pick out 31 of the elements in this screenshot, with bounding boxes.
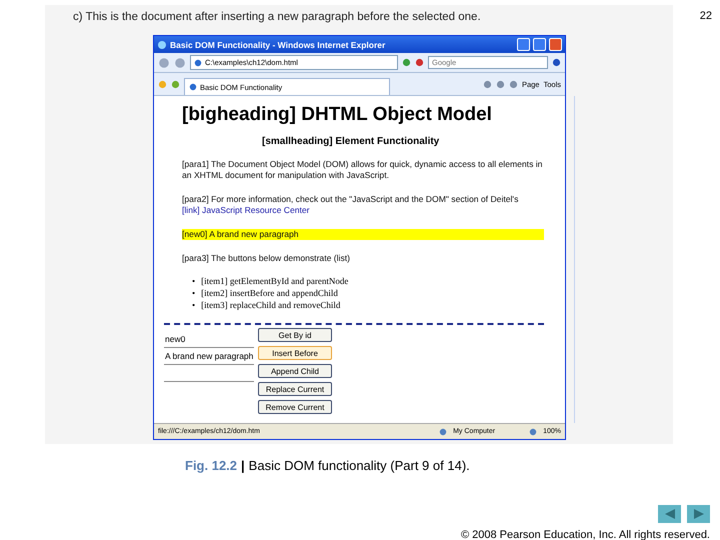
action-button[interactable]: Replace Current: [258, 382, 332, 396]
previous-button[interactable]: [658, 505, 681, 523]
close-button[interactable]: [549, 38, 562, 51]
panel-caption: c) This is the document after inserting a new paragraph before the selected one.: [73, 11, 482, 25]
action-button[interactable]: Get By id: [258, 328, 332, 342]
paragraph: [new0] A brand new paragraph: [182, 229, 544, 240]
resource-link[interactable]: [link] JavaScript Resource Center: [182, 205, 310, 215]
left-triangle-icon: [664, 508, 676, 520]
paragraph: [para2] For more information, check out the "JavaScript and the DOM" section of Deitel's [link] JavaScript Resource Center: [182, 194, 520, 216]
bullet: •: [192, 299, 196, 311]
action-button[interactable]: Append Child: [258, 364, 332, 378]
small-heading: [smallheading] Element Functionality: [262, 136, 440, 147]
scrollbar[interactable]: [574, 96, 575, 423]
list-item: [item2] insertBefore and appendChild: [201, 287, 338, 299]
action-button[interactable]: Insert Before: [258, 346, 332, 360]
next-button[interactable]: [687, 505, 710, 523]
action-button[interactable]: Remove Current: [258, 400, 332, 414]
minimize-button[interactable]: [517, 38, 530, 51]
paragraph: [para1] The Document Object Model (DOM) allows for quick, dynamic access to all elements in an XHTML document for manipulation with JavaScript.: [182, 159, 544, 181]
right-triangle-icon: [692, 508, 704, 520]
list-item: [item1] getElementById and parentNode: [201, 275, 348, 287]
bullet: •: [192, 275, 196, 287]
paragraph: [para3] The buttons below demonstrate (list): [182, 253, 351, 264]
page-number: 22: [700, 10, 712, 22]
bullet: •: [192, 287, 196, 299]
maximize-button[interactable]: [533, 38, 546, 51]
list-item: [item3] replaceChild and removeChild: [201, 299, 340, 311]
copyright-text: © 2008 Pearson Education, Inc. All rights reserved.: [460, 529, 710, 540]
big-heading: [bigheading] DHTML Object Model: [182, 104, 493, 126]
figure-caption: Fig. 12.2 | Basic DOM functionality (Part 9 of 14).: [185, 458, 471, 473]
window-title: Basic DOM Functionality - Windows Internet Explorer: [170, 40, 386, 50]
